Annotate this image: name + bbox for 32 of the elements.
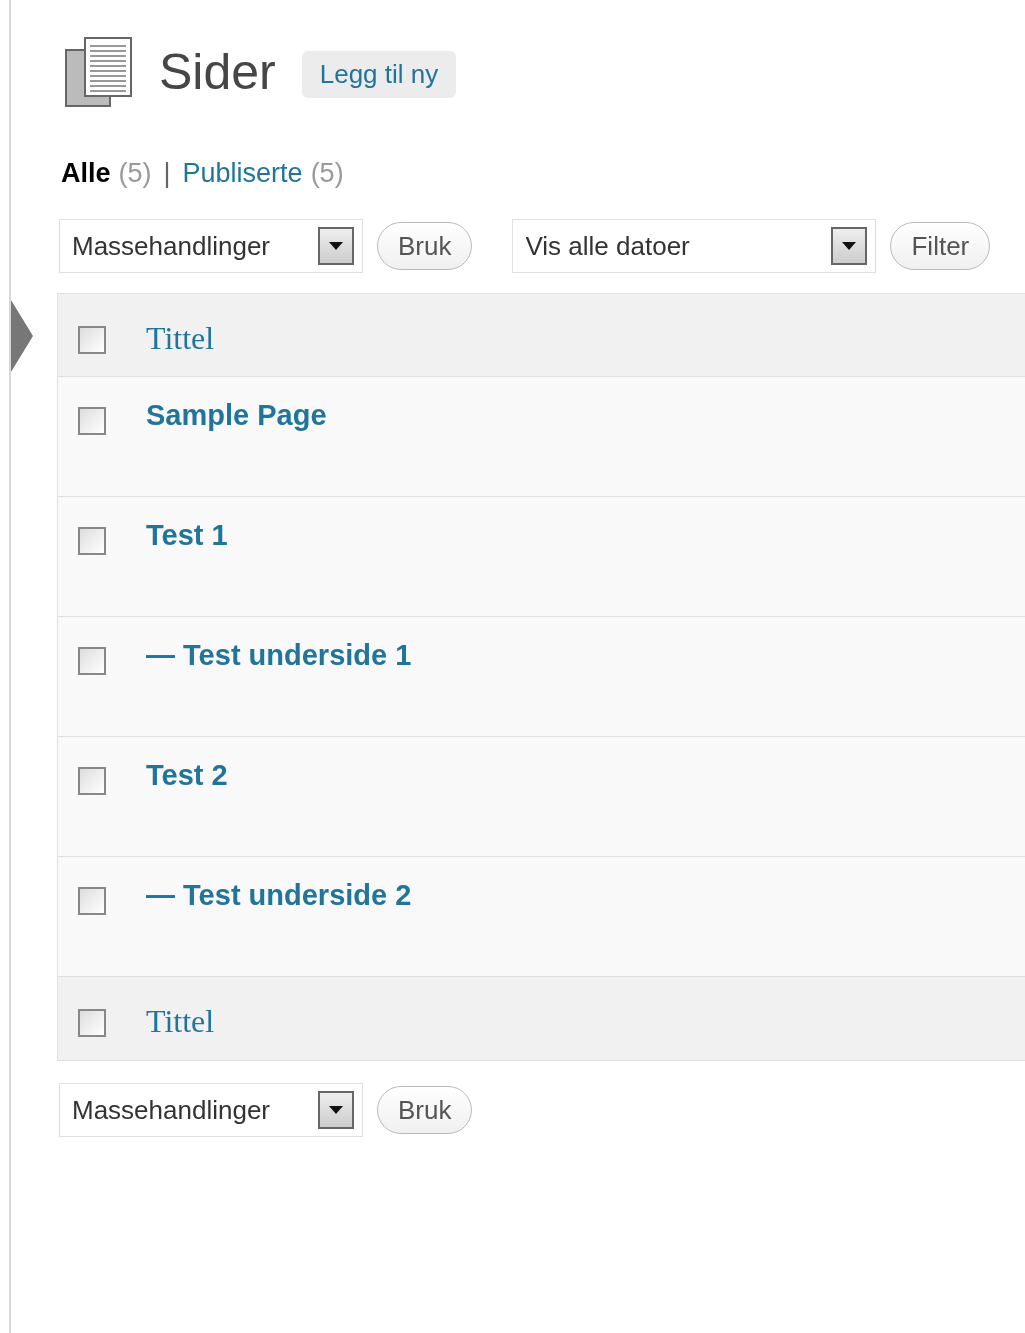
- add-new-button[interactable]: Legg til ny: [301, 50, 457, 98]
- page-title: Sider: [159, 43, 276, 101]
- menu-pointer-icon: [11, 300, 33, 372]
- page-title-link[interactable]: — Test underside 1: [146, 639, 412, 672]
- page-title-link[interactable]: Sample Page: [146, 399, 327, 432]
- row-checkbox[interactable]: [78, 527, 106, 555]
- caret-icon: [329, 1106, 343, 1114]
- page-title-link[interactable]: Test 2: [146, 759, 228, 792]
- page-title-link[interactable]: — Test underside 2: [146, 879, 412, 912]
- apply-button[interactable]: Bruk: [377, 1086, 473, 1134]
- select-all-checkbox[interactable]: [78, 1009, 106, 1037]
- view-count: (5): [310, 158, 344, 189]
- view-separator: |: [163, 158, 171, 189]
- row-checkbox[interactable]: [78, 887, 106, 915]
- apply-button[interactable]: Bruk: [377, 222, 473, 270]
- filter-button[interactable]: Filter: [890, 222, 991, 270]
- row-checkbox[interactable]: [78, 407, 106, 435]
- caret-icon: [842, 242, 857, 250]
- row-checkbox[interactable]: [78, 647, 106, 675]
- column-header[interactable]: Tittel: [146, 1003, 215, 1040]
- bulk-actions-select[interactable]: Massehandlinger: [59, 219, 363, 273]
- view-filter-link[interactable]: Publiserte: [182, 158, 303, 189]
- caret-icon: [329, 242, 343, 250]
- row-checkbox[interactable]: [78, 767, 106, 795]
- page-title-link[interactable]: Test 1: [146, 519, 228, 552]
- column-header[interactable]: Tittel: [146, 320, 215, 357]
- pages-icon: [65, 36, 133, 108]
- select-all-checkbox[interactable]: [78, 326, 106, 354]
- bulk-actions-select[interactable]: Massehandlinger: [59, 1083, 363, 1137]
- view-filter-link[interactable]: Alle: [61, 158, 111, 189]
- date-filter-select[interactable]: Vis alle datoer: [512, 219, 877, 273]
- view-count: (5): [118, 158, 152, 189]
